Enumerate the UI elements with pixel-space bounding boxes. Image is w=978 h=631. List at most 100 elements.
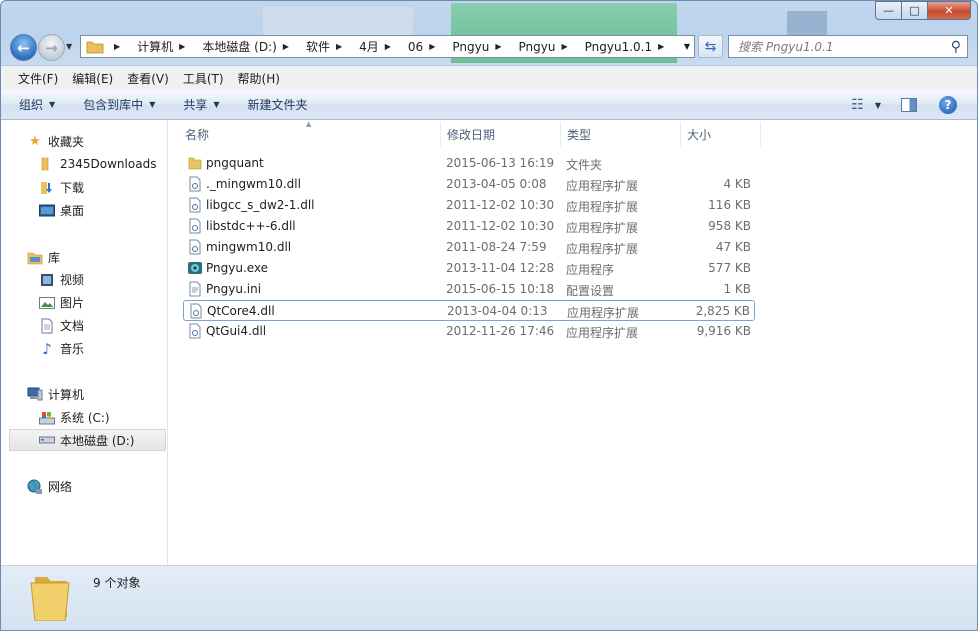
sidebar-item-libraries[interactable]: 库 bbox=[27, 249, 60, 266]
forward-button[interactable]: → bbox=[38, 34, 65, 61]
file-row[interactable]: pngquant 2015-06-13 16:19 文件夹 bbox=[183, 153, 755, 174]
preview-pane-icon[interactable] bbox=[901, 98, 917, 112]
address-bar[interactable]: ▶ 计算机 ▶ 本地磁盘 (D:) ▶ 软件 ▶ 4月 ▶ 06 ▶ Pngyu ▶ Png… bbox=[80, 35, 695, 58]
sidebar-item-music[interactable]: ♪ 音乐 bbox=[39, 339, 85, 358]
breadcrumb-arrow-icon[interactable]: ▶ bbox=[495, 42, 501, 51]
column-divider[interactable] bbox=[440, 122, 441, 146]
file-row[interactable]: Pngyu.ini 2015-06-15 10:18 配置设置 1 KB bbox=[183, 279, 755, 300]
column-header-date[interactable]: 修改日期 bbox=[447, 126, 495, 143]
back-button[interactable]: ← bbox=[10, 34, 37, 61]
column-header-name[interactable]: 名称 bbox=[185, 126, 209, 143]
file-type: 应用程序扩展 bbox=[566, 200, 639, 214]
drive-icon bbox=[39, 432, 55, 448]
breadcrumb-arrow-icon[interactable]: ▶ bbox=[429, 42, 435, 51]
column-header-size[interactable]: 大小 bbox=[687, 126, 711, 143]
file-name: Pngyu.exe bbox=[206, 261, 269, 275]
sidebar-item-favorites[interactable]: ★ 收藏夹 bbox=[27, 133, 84, 150]
breadcrumb-item[interactable]: Pngyu ▶ bbox=[448, 40, 514, 54]
menu-edit[interactable]: 编辑(E) bbox=[65, 70, 120, 87]
breadcrumb-arrow-icon[interactable]: ▶ bbox=[336, 42, 342, 51]
sidebar-item-videos[interactable]: 视频 bbox=[39, 271, 84, 288]
file-row[interactable]: libgcc_s_dw2-1.dll 2011-12-02 10:30 应用程序… bbox=[183, 195, 755, 216]
breadcrumb-arrow-icon[interactable]: ▶ bbox=[283, 42, 289, 51]
file-row[interactable]: ._mingwm10.dll 2013-04-05 0:08 应用程序扩展 4 … bbox=[183, 174, 755, 195]
picture-icon bbox=[39, 295, 55, 311]
include-in-library-button[interactable]: 包含到库中 ▼ bbox=[83, 96, 155, 113]
file-row-selected[interactable]: QtCore4.dll 2013-04-04 0:13 应用程序扩展 2,825… bbox=[183, 300, 755, 321]
sidebar-item-local-disk-d[interactable]: 本地磁盘 (D:) bbox=[9, 429, 166, 451]
file-name: Pngyu.ini bbox=[206, 282, 262, 296]
sidebar-item-label: 收藏夹 bbox=[48, 135, 85, 149]
view-dropdown-icon[interactable]: ▼ bbox=[875, 101, 881, 110]
file-row[interactable]: Pngyu.exe 2013-11-04 12:28 应用程序 577 KB bbox=[183, 258, 755, 279]
change-view-icon[interactable]: ☷ bbox=[851, 97, 864, 113]
file-row[interactable]: libstdc++-6.dll 2011-12-02 10:30 应用程序扩展 … bbox=[183, 216, 755, 237]
column-divider[interactable] bbox=[680, 122, 681, 146]
sidebar-item-system-drive-c[interactable]: 系统 (C:) bbox=[39, 409, 110, 426]
file-size: 47 KB bbox=[715, 240, 751, 254]
share-button[interactable]: 共享 ▼ bbox=[183, 96, 219, 113]
minimize-button[interactable]: — bbox=[875, 1, 902, 20]
menu-bar: 文件(F) 编辑(E) 查看(V) 工具(T) 帮助(H) bbox=[1, 65, 977, 90]
sidebar-item-pictures[interactable]: 图片 bbox=[39, 294, 84, 311]
folder-icon bbox=[39, 156, 55, 172]
video-icon bbox=[39, 272, 55, 288]
breadcrumb-arrow-icon[interactable]: ▶ bbox=[179, 42, 185, 51]
breadcrumb-item[interactable]: 本地磁盘 (D:) ▶ bbox=[198, 38, 302, 55]
file-size: 116 KB bbox=[708, 198, 751, 212]
include-in-library-label: 包含到库中 bbox=[83, 98, 144, 112]
file-date: 2011-12-02 10:30 bbox=[446, 198, 555, 212]
search-input[interactable]: 搜索 Pngyu1.0.1 ⚲ bbox=[728, 35, 968, 58]
menu-tools[interactable]: 工具(T) bbox=[176, 70, 231, 87]
column-header-type[interactable]: 类型 bbox=[567, 126, 591, 143]
menu-help[interactable]: 帮助(H) bbox=[231, 70, 287, 87]
dll-file-icon bbox=[189, 218, 201, 234]
organize-button[interactable]: 组织 ▼ bbox=[19, 96, 55, 113]
sidebar-item-computer[interactable]: 计算机 bbox=[27, 386, 84, 403]
sidebar-item-label: 2345Downloads bbox=[60, 157, 157, 171]
file-type: 应用程序扩展 bbox=[566, 221, 639, 235]
breadcrumb-item[interactable]: Pngyu1.0.1 ▶ bbox=[581, 40, 678, 54]
breadcrumb-item[interactable]: 06 ▶ bbox=[404, 40, 448, 54]
menu-view[interactable]: 查看(V) bbox=[120, 70, 176, 87]
sidebar-item-documents[interactable]: 文档 bbox=[39, 317, 84, 334]
file-date: 2015-06-13 16:19 bbox=[446, 156, 555, 170]
breadcrumb-root-arrow[interactable]: ▶ bbox=[104, 42, 133, 51]
sidebar-item-downloads[interactable]: 下载 bbox=[39, 179, 84, 196]
search-icon[interactable]: ⚲ bbox=[951, 39, 961, 55]
sidebar-item-label: 下载 bbox=[60, 181, 85, 195]
file-type: 应用程序扩展 bbox=[566, 242, 639, 256]
file-name: QtGui4.dll bbox=[206, 324, 267, 338]
breadcrumb-arrow-icon[interactable]: ▶ bbox=[561, 42, 567, 51]
close-button[interactable]: ✕ bbox=[928, 1, 971, 20]
file-size: 9,916 KB bbox=[696, 324, 751, 338]
file-row[interactable]: QtGui4.dll 2012-11-26 17:46 应用程序扩展 9,916… bbox=[183, 321, 755, 342]
help-icon[interactable]: ? bbox=[939, 96, 957, 114]
breadcrumb-item[interactable]: 4月 ▶ bbox=[355, 38, 404, 55]
address-dropdown-icon[interactable]: ▼ bbox=[684, 42, 690, 51]
breadcrumb-arrow-icon[interactable]: ▶ bbox=[658, 42, 664, 51]
sidebar-item-desktop[interactable]: 桌面 bbox=[39, 202, 84, 219]
breadcrumb-item[interactable]: 软件 ▶ bbox=[302, 38, 355, 55]
menu-file[interactable]: 文件(F) bbox=[11, 70, 65, 87]
file-name: ._mingwm10.dll bbox=[206, 177, 301, 191]
new-folder-button[interactable]: 新建文件夹 bbox=[248, 96, 308, 113]
file-row[interactable]: mingwm10.dll 2011-08-24 7:59 应用程序扩展 47 K… bbox=[183, 237, 755, 258]
breadcrumb-item[interactable]: Pngyu ▶ bbox=[514, 40, 580, 54]
sidebar-item-label: 音乐 bbox=[60, 342, 85, 356]
sidebar-item-network[interactable]: 网络 bbox=[27, 478, 72, 495]
sidebar-item-2345downloads[interactable]: 2345Downloads bbox=[39, 156, 156, 172]
music-icon: ♪ bbox=[42, 339, 52, 358]
column-divider[interactable] bbox=[760, 122, 761, 146]
refresh-button[interactable]: ⇆ bbox=[698, 35, 723, 58]
new-folder-label: 新建文件夹 bbox=[247, 98, 308, 112]
sidebar-item-label: 桌面 bbox=[60, 204, 85, 218]
dll-file-icon bbox=[189, 323, 201, 339]
breadcrumb-arrow-icon[interactable]: ▶ bbox=[385, 42, 391, 51]
recent-pages-dropdown[interactable]: ▼ bbox=[66, 42, 72, 51]
column-divider[interactable] bbox=[560, 122, 561, 146]
dll-file-icon bbox=[189, 239, 201, 255]
item-count: 9 个对象 bbox=[93, 576, 141, 590]
maximize-button[interactable]: □ bbox=[902, 1, 928, 20]
breadcrumb-item[interactable]: 计算机 ▶ bbox=[133, 38, 198, 55]
